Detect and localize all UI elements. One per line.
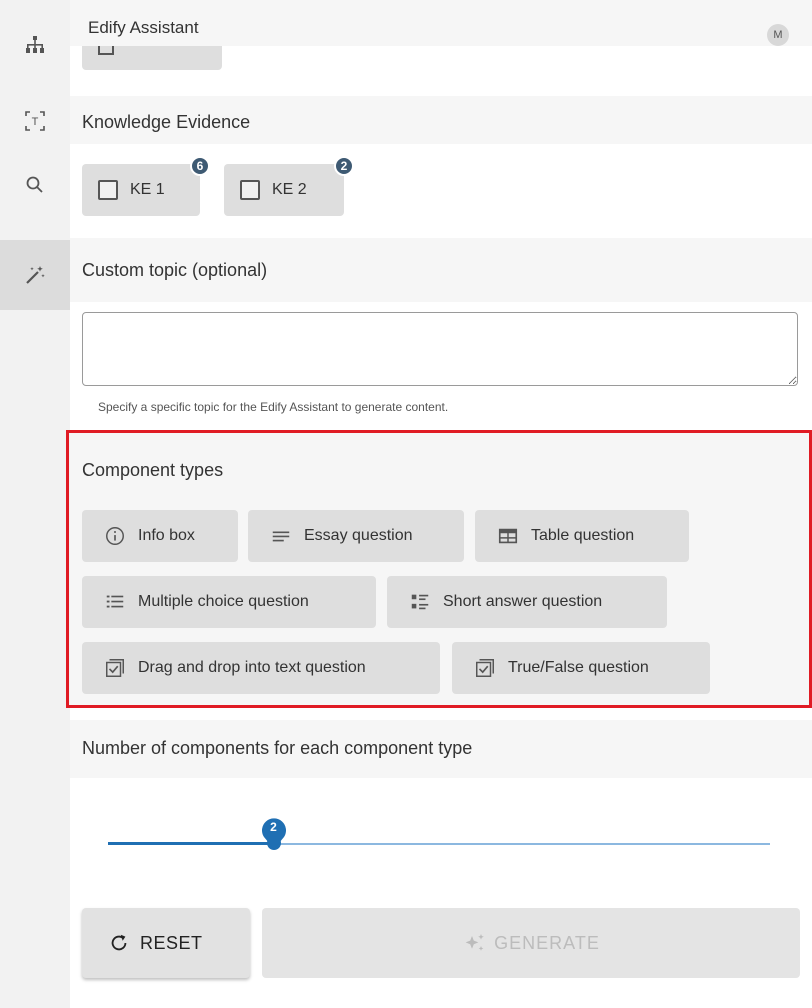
svg-text:T: T (32, 116, 39, 128)
slider-fill (108, 842, 274, 845)
custom-topic-helper: Specify a specific topic for the Edify A… (98, 400, 449, 414)
text-select-icon: T (25, 111, 45, 131)
sparkles-icon (465, 934, 484, 951)
ke-chip-label: KE 2 (272, 181, 307, 198)
rail-button-search[interactable] (0, 150, 70, 220)
count-badge: 2 (334, 156, 354, 176)
ke-chip-label: KE 1 (130, 181, 165, 198)
avatar[interactable]: M (767, 24, 789, 46)
custom-topic-input[interactable] (82, 312, 798, 386)
search-icon (26, 176, 43, 193)
checkbox-icon[interactable] (98, 180, 118, 200)
components-count-header: Number of components for each component … (70, 720, 812, 778)
knowledge-evidence-header: Knowledge Evidence (70, 96, 812, 144)
ke-chip-1[interactable]: KE 1 (82, 164, 200, 216)
side-rail: T (0, 0, 70, 1008)
checkbox-icon (98, 46, 114, 55)
custom-topic-header: Custom topic (optional) (70, 238, 812, 302)
panel-header: Edify Assistant M (70, 0, 812, 46)
rail-button-text-select[interactable]: T (0, 86, 70, 156)
components-count-label: Number of components for each component … (82, 738, 473, 758)
rail-button-hierarchy[interactable] (0, 10, 70, 80)
panel-title: Edify Assistant (88, 18, 199, 37)
generate-button[interactable]: GENERATE (262, 908, 800, 978)
slider-value-label: 2 (260, 816, 288, 849)
custom-topic-label: Custom topic (optional) (82, 260, 268, 280)
reset-button[interactable]: RESET (82, 908, 250, 978)
count-badge: 6 (190, 156, 210, 176)
checkbox-icon[interactable] (240, 180, 260, 200)
generate-label: GENERATE (494, 932, 600, 953)
rail-button-assistant[interactable] (0, 240, 70, 310)
refresh-icon (111, 934, 127, 951)
ke-chip-2[interactable]: KE 2 (224, 164, 344, 216)
magic-wand-icon (26, 266, 45, 284)
hierarchy-icon (26, 36, 44, 53)
reset-label: RESET (140, 932, 203, 953)
highlight-box (66, 430, 812, 708)
knowledge-evidence-label: Knowledge Evidence (82, 112, 251, 132)
slider-value: 2 (270, 820, 277, 834)
